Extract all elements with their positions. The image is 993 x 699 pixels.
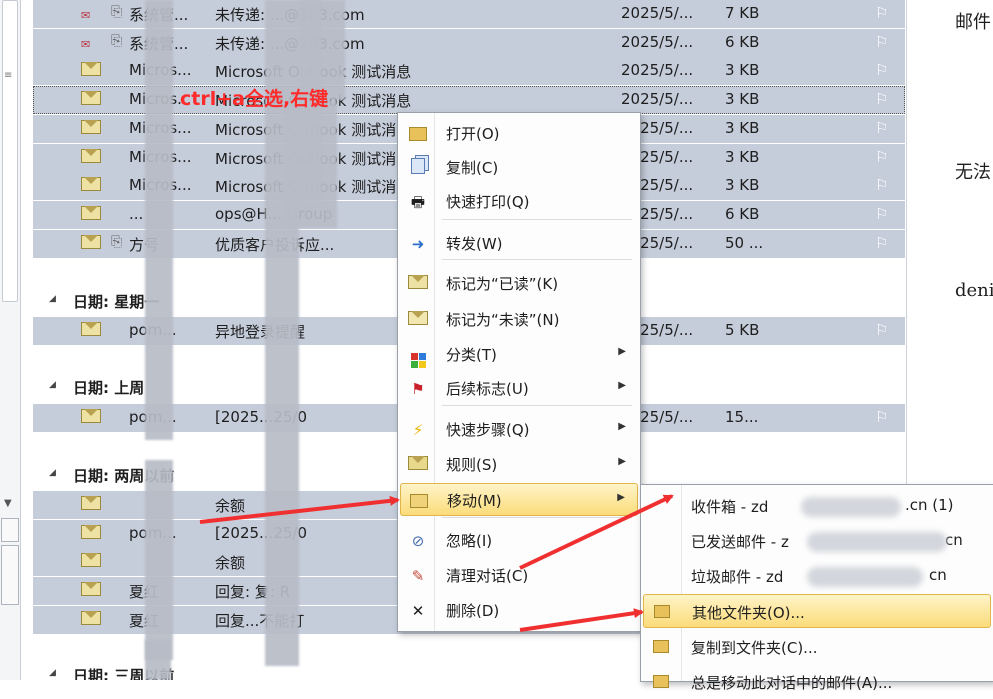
annotation-arrows xyxy=(199,494,674,632)
arrow-to-other-folder xyxy=(519,608,644,632)
arrow-to-submenu xyxy=(519,494,674,570)
arrow-to-move xyxy=(199,495,400,524)
